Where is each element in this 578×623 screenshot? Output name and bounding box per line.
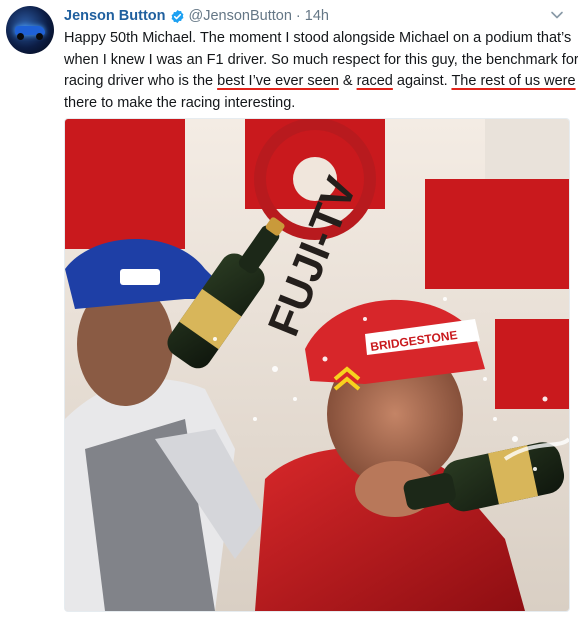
tweet-text-span: & <box>338 73 357 89</box>
podium-photo: FUJI-TV BRIDGESTONE <box>65 119 569 611</box>
user-handle[interactable]: @JensonButton <box>189 8 292 24</box>
left-cap-logo <box>120 269 160 285</box>
underlined-phrase-raced: raced <box>356 73 393 89</box>
backdrop-red-block <box>425 179 569 289</box>
tweet-photo[interactable]: FUJI-TV BRIDGESTONE <box>64 118 570 612</box>
tweet-text-line: Happy 50th Michael. The moment I stood a… <box>64 28 572 50</box>
avatar-wheel <box>17 33 24 40</box>
tweet-text-line: racing driver who is the best I’ve ever … <box>64 71 576 93</box>
backdrop-red-block <box>65 119 185 249</box>
tweet-text-span: when I knew I was an F1 driver. So much … <box>64 51 578 68</box>
backdrop-red-block <box>495 319 569 409</box>
tweet-text-span: against. <box>392 73 452 89</box>
tweet-card: Jenson Button @JensonButton · 14h Happy … <box>0 0 578 623</box>
tweet-text-span: there to make the racing interesting. <box>64 94 296 111</box>
backdrop-white-block <box>485 119 569 179</box>
tweet-header: Jenson Button @JensonButton · 14h <box>64 6 329 26</box>
avatar[interactable] <box>6 6 54 54</box>
separator-dot: · <box>295 8 301 24</box>
tweet-text-line: when I knew I was an F1 driver. So much … <box>64 50 578 72</box>
tweet-text-span: Happy 50th Michael. The moment I stood a… <box>64 30 572 46</box>
underlined-phrase-best: best I’ve ever seen <box>217 73 339 89</box>
verified-badge-icon <box>171 9 183 23</box>
tweet-text: Happy 50th Michael. The moment I stood a… <box>64 28 578 115</box>
avatar-wheel <box>36 33 43 40</box>
underlined-phrase-rest: The rest of us were <box>451 73 576 89</box>
chevron-down-icon[interactable] <box>550 8 564 22</box>
tweet-timestamp[interactable]: 14h <box>305 8 329 24</box>
display-name[interactable]: Jenson Button <box>64 8 166 24</box>
tweet-text-span: racing driver who is the <box>64 73 218 89</box>
tweet-text-line: there to make the racing interesting. <box>64 93 570 115</box>
